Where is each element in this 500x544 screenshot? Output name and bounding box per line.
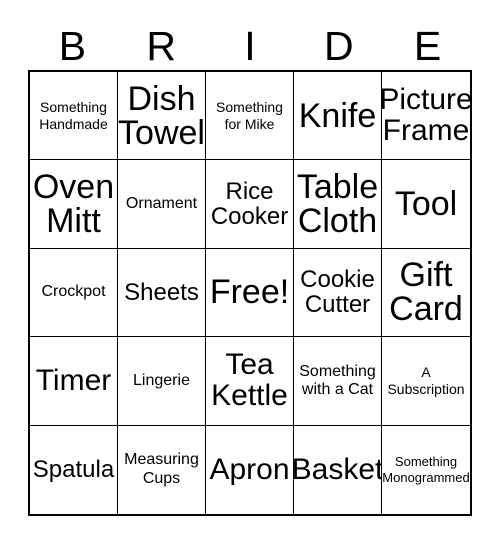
bingo-cell[interactable]: Crockpot: [30, 248, 118, 338]
bingo-cell-label: Rice Cooker: [210, 177, 289, 231]
bingo-cell[interactable]: Tool: [382, 160, 470, 249]
bingo-cell[interactable]: Gift Card: [382, 248, 470, 338]
bingo-cell[interactable]: Something Handmade: [30, 72, 118, 161]
bingo-cell-label: Something for Mike: [216, 99, 283, 132]
bingo-cell[interactable]: Ornament: [118, 160, 206, 249]
bingo-cell-label: Table Cloth: [296, 168, 379, 241]
bingo-cell-label: Lingerie: [133, 371, 190, 389]
bingo-cell-label: Sheets: [124, 278, 199, 306]
header-letter-d: D: [323, 22, 354, 69]
header-letter-e: E: [413, 22, 442, 69]
bingo-cell-label: Something with a Cat: [299, 362, 376, 398]
bingo-cell[interactable]: Timer: [30, 337, 118, 426]
bingo-cell-label: Crockpot: [41, 283, 106, 301]
bingo-cell-label: Measuring Cups: [124, 451, 199, 487]
header-letter-r: R: [146, 22, 176, 69]
bingo-card: B R I D E Something Handmade Dish Towel …: [0, 0, 500, 544]
bingo-cell[interactable]: Something for Mike: [206, 72, 294, 161]
bingo-cell-label: Free!: [209, 273, 290, 312]
bingo-cell-label: Spatula: [32, 456, 115, 484]
bingo-cell[interactable]: Spatula: [30, 425, 118, 514]
bingo-cell[interactable]: Picture Frame: [382, 72, 470, 161]
bingo-cell-label: Dish Towel: [118, 79, 205, 152]
bingo-cell-label: Ornament: [125, 194, 198, 212]
bingo-cell[interactable]: Dish Towel: [118, 72, 206, 161]
bingo-cell-label: Cookie Cutter: [300, 266, 375, 319]
bingo-cell-label: A Subscription: [387, 364, 465, 397]
bingo-grid: Something Handmade Dish Towel Something …: [28, 70, 472, 516]
bingo-header-row: B R I D E: [28, 22, 472, 70]
bingo-cell-label: Something Handmade: [39, 99, 108, 132]
bingo-cell[interactable]: Apron: [206, 425, 294, 514]
bingo-cell-label: Something Monogrammed: [382, 454, 470, 485]
bingo-cell[interactable]: Something Monogrammed: [382, 425, 470, 514]
bingo-cell-label: Oven Mitt: [32, 168, 115, 241]
bingo-cell-label: Timer: [35, 363, 112, 397]
bingo-cell[interactable]: Tea Kettle: [206, 337, 294, 426]
bingo-cell-label: Gift Card: [389, 256, 463, 329]
bingo-cell-label: Tea Kettle: [211, 348, 288, 412]
bingo-cell[interactable]: Rice Cooker: [206, 160, 294, 249]
bingo-cell-label: Tool: [394, 185, 458, 224]
bingo-cell-label: Picture Frame: [382, 83, 470, 147]
bingo-cell[interactable]: Oven Mitt: [30, 160, 118, 249]
bingo-cell-label: Basket: [294, 452, 382, 486]
bingo-cell[interactable]: Basket: [294, 425, 382, 514]
bingo-cell[interactable]: Sheets: [118, 248, 206, 338]
bingo-cell[interactable]: A Subscription: [382, 337, 470, 426]
header-letter-i: I: [244, 22, 256, 69]
bingo-cell[interactable]: Table Cloth: [294, 160, 382, 249]
header-letter-b: B: [58, 22, 87, 69]
bingo-cell[interactable]: Something with a Cat: [294, 337, 382, 426]
bingo-cell[interactable]: Knife: [294, 72, 382, 161]
bingo-cell[interactable]: Lingerie: [118, 337, 206, 426]
bingo-cell-label: Knife: [298, 96, 377, 135]
bingo-cell[interactable]: Measuring Cups: [118, 425, 206, 514]
bingo-cell-label: Apron: [209, 452, 290, 486]
bingo-cell-free[interactable]: Free!: [206, 248, 294, 338]
bingo-cell[interactable]: Cookie Cutter: [294, 248, 382, 338]
